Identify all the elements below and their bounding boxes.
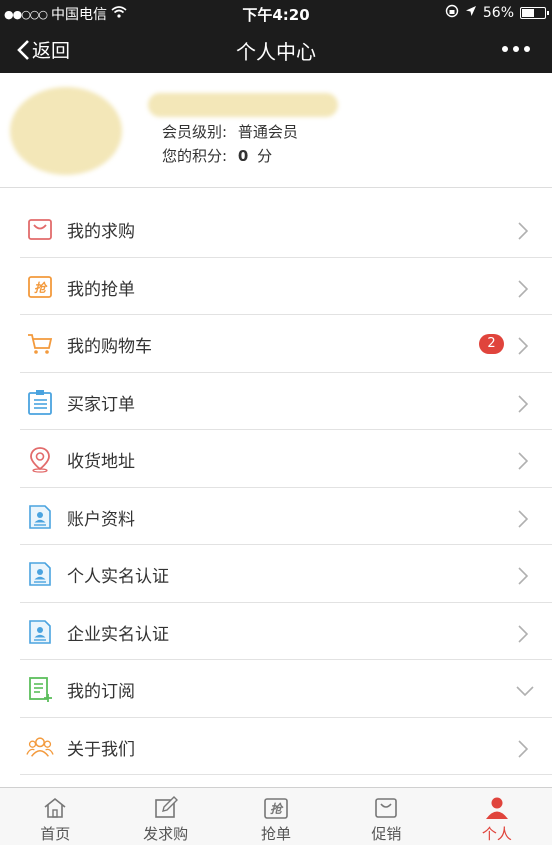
more-button[interactable] [502,46,530,52]
points-label: 您的积分: [162,147,228,165]
tab-label: 抢单 [261,825,292,843]
rotation-lock-icon [445,4,459,22]
points: 您的积分: 0 分 [162,145,272,166]
username-redacted [148,93,338,117]
menu-item-about-us[interactable]: 关于我们 [20,718,552,775]
tab-profile[interactable]: 个人 [442,788,552,845]
menu-item-address[interactable]: 收货地址 [20,430,552,488]
person-icon [485,797,508,819]
edit-icon [154,796,178,818]
member-level-value: 普通会员 [237,123,298,141]
more-dot-icon [524,46,530,52]
home-icon [44,797,66,818]
tab-label: 个人 [481,825,512,843]
menu-item-label: 个人实名认证 [67,567,169,587]
shopping-bag-icon [375,798,398,818]
menu-item-label: 收货地址 [67,452,135,472]
member-level-label: 会员级别: [162,123,228,141]
chevron-right-icon [518,624,528,643]
menu-item-personal-verification[interactable]: 个人实名认证 [20,545,552,603]
menu-item-label: 我的购物车 [67,337,152,357]
page-title: 个人中心 [236,40,316,64]
location-arrow-icon [465,5,477,21]
more-dot-icon [502,46,508,52]
clipboard-list-icon [28,389,52,415]
tab-grab-orders[interactable]: 抢 抢单 [221,788,331,845]
battery-percent: 56% [482,5,514,21]
menu-item-label: 关于我们 [67,739,135,760]
tab-label: 发求购 [143,825,189,843]
menu-item-label: 买家订单 [67,394,135,415]
id-card-icon [29,504,51,529]
chevron-down-icon [516,686,534,696]
grab-order-icon: 抢 [28,275,52,298]
svg-text:抢: 抢 [34,281,48,295]
chevron-right-icon [518,337,528,355]
chevron-right-icon [518,222,528,240]
cart-icon [28,334,53,354]
id-card-icon [29,619,51,644]
menu-item-cart[interactable]: 我的购物车 2 [20,315,552,373]
tab-home[interactable]: 首页 [0,788,110,845]
menu-item-my-grabs[interactable]: 抢 我的抢单 [20,258,552,315]
menu-item-label: 我的订阅 [67,682,135,702]
points-unit: 分 [257,147,273,165]
cart-count-badge: 2 [479,334,504,354]
more-dot-icon [513,46,519,52]
tab-post-request[interactable]: 发求购 [110,788,220,845]
chevron-right-icon [518,452,528,470]
svg-text:抢: 抢 [270,802,284,816]
grab-order-icon: 抢 [264,798,288,819]
member-level: 会员级别: 普通会员 [162,121,298,142]
subscribe-icon [29,677,52,702]
menu-item-account-info[interactable]: 账户资料 [20,488,552,545]
status-bar: ●●○○○ 中国电信 下午4:20 56% [0,0,552,26]
tab-bar: 首页 发求购 抢 抢单 促销 个人 [0,787,552,845]
nav-bar: 返回 个人中心 [0,26,552,73]
menu-item-business-verification[interactable]: 企业实名认证 [20,603,552,660]
menu-item-label: 企业实名认证 [67,624,169,645]
points-value: 0 [237,147,249,165]
chevron-right-icon [518,567,528,585]
location-pin-icon [30,447,50,473]
tab-promotions[interactable]: 促销 [331,788,441,845]
shopping-bag-icon [28,219,52,240]
chevron-right-icon [518,394,528,413]
menu-item-label: 账户资料 [67,509,135,530]
avatar[interactable] [10,87,122,175]
chevron-right-icon [518,509,528,528]
menu-item-label: 我的求购 [67,222,135,242]
menu-list: 我的求购 抢 我的抢单 我的购物车 2 买家订单 收货地址 账户资料 个人实名认… [0,200,552,775]
users-icon [26,736,54,757]
profile-header: 会员级别: 普通会员 您的积分: 0 分 [0,73,552,188]
menu-item-my-requests[interactable]: 我的求购 [20,200,552,258]
status-bar-right: 56% [445,4,549,22]
menu-item-buyer-orders[interactable]: 买家订单 [20,373,552,430]
chevron-right-icon [518,739,528,758]
menu-item-subscriptions[interactable]: 我的订阅 [20,660,552,718]
menu-item-label: 我的抢单 [67,279,135,300]
id-card-icon [29,562,51,586]
chevron-right-icon [518,279,528,298]
tab-label: 促销 [371,825,402,843]
tab-label: 首页 [40,825,71,843]
battery-icon [520,7,549,19]
